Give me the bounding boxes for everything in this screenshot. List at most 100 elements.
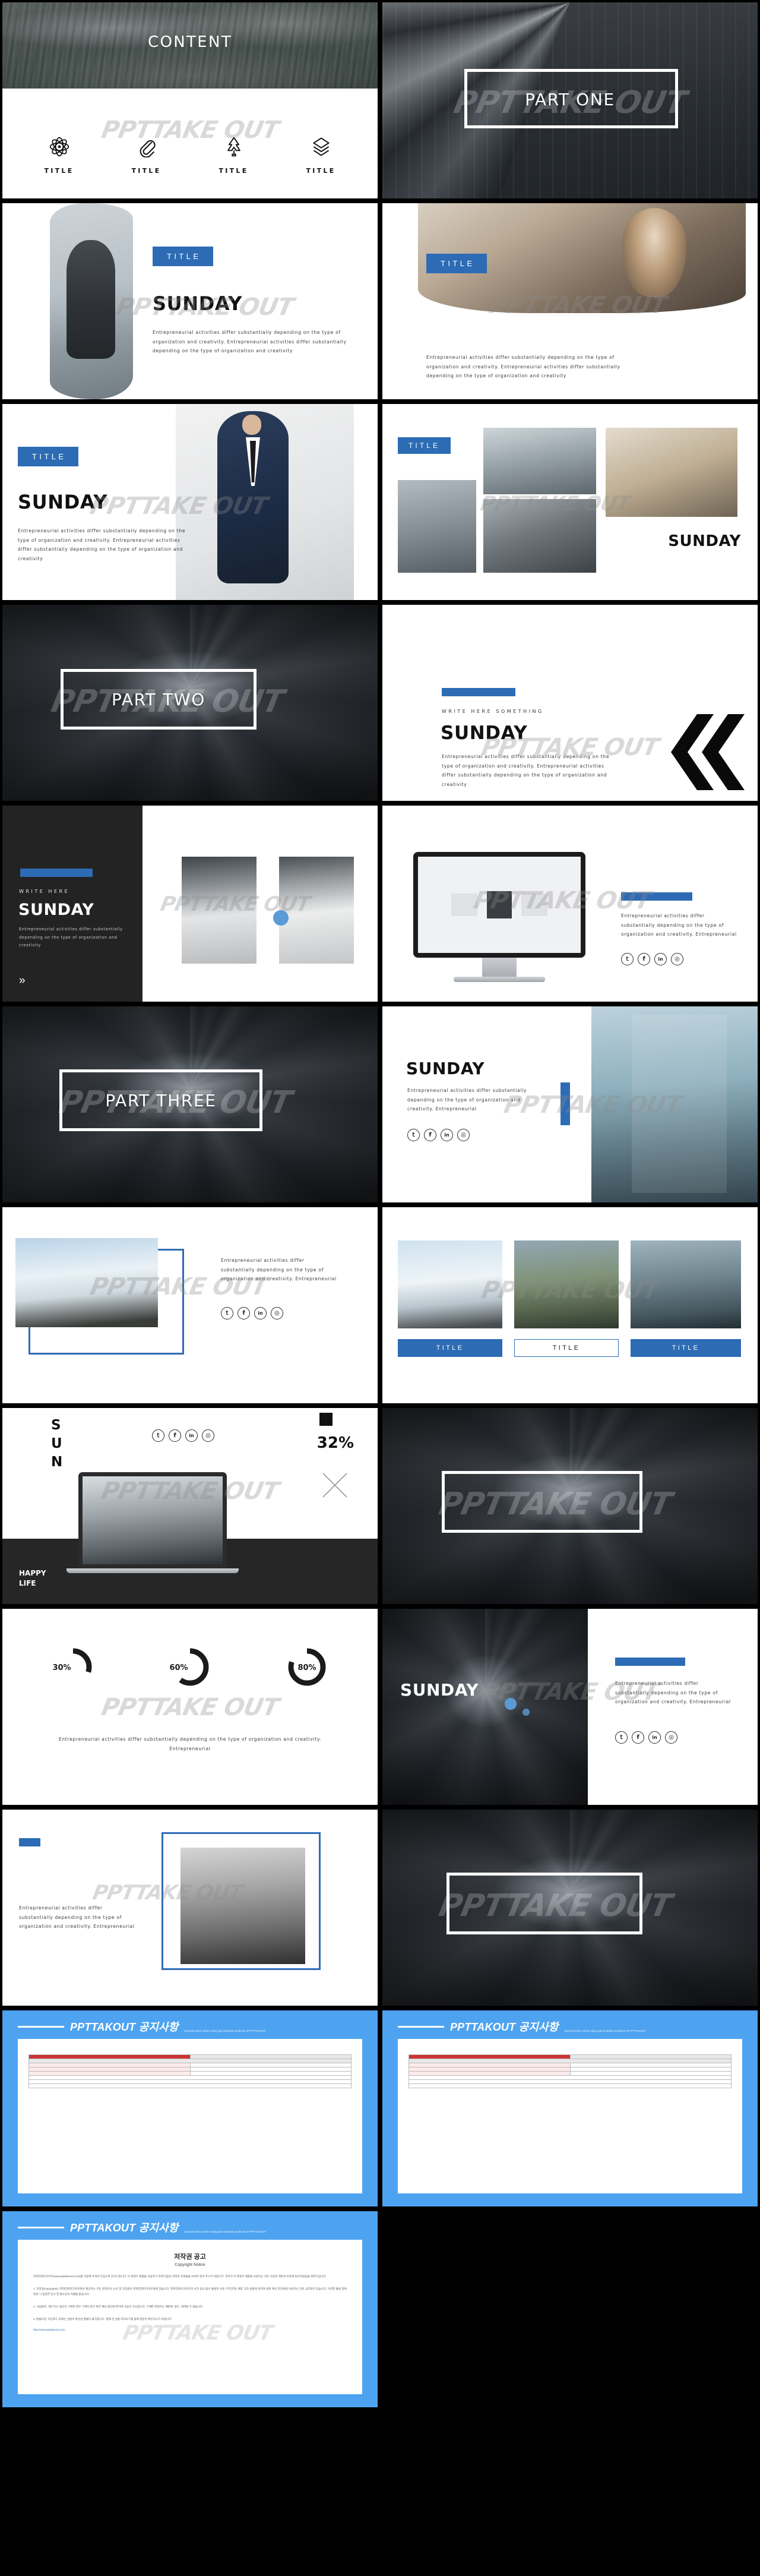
slide-notice-copyright[interactable]: PPTTAKOUT 공지사항 Special notice when using… bbox=[2, 2211, 378, 2407]
slide-heading: SUNDAY bbox=[18, 491, 108, 513]
square-marker bbox=[319, 1413, 332, 1426]
instagram-icon[interactable]: ◎ bbox=[271, 1307, 283, 1319]
notice-title: PPTTAKOUT 공지사항 bbox=[450, 2021, 559, 2033]
social-links[interactable]: 𝗍 f in ◎ bbox=[615, 1731, 677, 1744]
slide-sunday-dark[interactable]: WRITE HERE SUNDAY Entrepreneurial activi… bbox=[2, 806, 378, 1002]
facebook-icon[interactable]: f bbox=[638, 953, 650, 965]
pier-highlight bbox=[632, 1015, 727, 1193]
double-chevron-left-icon bbox=[671, 714, 745, 790]
twitter-icon[interactable]: 𝗍 bbox=[152, 1429, 164, 1442]
slide-sun-happy-life[interactable]: S U N 𝗍 f in ◎ 32% HAPPY LIFE PPTTAKE OU… bbox=[2, 1408, 378, 1604]
facebook-icon[interactable]: f bbox=[169, 1429, 181, 1442]
title-tag bbox=[19, 1838, 40, 1846]
slide-part-three[interactable]: PPTTAKE OUT PART THREE bbox=[2, 1006, 378, 1202]
chevron-right-icon[interactable]: » bbox=[19, 975, 26, 986]
social-links[interactable]: 𝗍 f in ◎ bbox=[621, 953, 683, 965]
title-tag: TITLE bbox=[18, 447, 78, 466]
sun-letter-s: S bbox=[51, 1418, 61, 1433]
slide-notice-table-1[interactable]: PPTTAKOUT 공지사항 Special notice when using… bbox=[2, 2010, 378, 2206]
facebook-icon[interactable]: f bbox=[238, 1307, 250, 1319]
body-text: Entrepreneurial activities differ substa… bbox=[407, 1088, 527, 1112]
slide-part-four[interactable]: PPTTAKE OUT bbox=[382, 1408, 758, 1604]
tile-button-3[interactable]: TITLE bbox=[631, 1339, 741, 1357]
linkedin-icon[interactable]: in bbox=[254, 1307, 267, 1319]
twitter-icon[interactable]: 𝗍 bbox=[221, 1307, 233, 1319]
slide-content[interactable]: CONTENT PPTTAKE OUT TITLE TITLE TITLE TI… bbox=[2, 2, 378, 198]
instagram-icon[interactable]: ◎ bbox=[202, 1429, 214, 1442]
notice-title: PPTTAKOUT 공지사항 bbox=[70, 2222, 179, 2234]
doc-paragraph-4: 3. 환불규정: 다운로드 후에는 상품의 특성상 환불이 불가합니다. 결제 … bbox=[33, 2317, 172, 2321]
tile-button-2[interactable]: TITLE bbox=[514, 1339, 619, 1357]
slide-sunday-split[interactable]: SUNDAY Entrepreneurial activities differ… bbox=[382, 1609, 758, 1805]
slide-part-one[interactable]: PPTTAKE OUT PART ONE bbox=[382, 2, 758, 198]
instagram-icon[interactable]: ◎ bbox=[457, 1129, 470, 1141]
slide-three-tiles[interactable]: TITLE TITLE TITLE PPTTAKE OUT bbox=[382, 1207, 758, 1403]
atom-icon bbox=[49, 137, 69, 157]
watermark: PPTTAKE OUT bbox=[99, 1694, 281, 1721]
notice-header: PPTTAKOUT 공지사항 Special notice when using… bbox=[2, 2211, 378, 2235]
doc-subtitle: Copyright Notice bbox=[175, 2263, 205, 2267]
vertical-sun-label: S U N bbox=[51, 1416, 62, 1472]
slide-heading: SUNDAY bbox=[400, 1680, 479, 1700]
linkedin-icon[interactable]: in bbox=[654, 953, 667, 965]
linkedin-icon[interactable]: in bbox=[441, 1129, 453, 1141]
imac-foot bbox=[454, 977, 545, 982]
notice-rule bbox=[18, 2025, 64, 2028]
facebook-icon[interactable]: f bbox=[632, 1731, 644, 1744]
slide-sunday-hat[interactable]: TITLE PPTTAKE OUT Entrepreneurial activi… bbox=[382, 203, 758, 399]
social-links[interactable]: 𝗍 f in ◎ bbox=[221, 1307, 283, 1319]
slide-imac-mockup[interactable]: Entrepreneurial activities differ substa… bbox=[382, 806, 758, 1002]
donut-percent-2: 60% bbox=[169, 1663, 188, 1672]
twitter-icon[interactable]: 𝗍 bbox=[615, 1731, 628, 1744]
twitter-icon[interactable]: 𝗍 bbox=[407, 1129, 420, 1141]
notice-card bbox=[18, 2039, 362, 2193]
linkedin-icon[interactable]: in bbox=[648, 1731, 661, 1744]
doc-title: 저작권 공고 bbox=[174, 2253, 206, 2261]
linkedin-icon[interactable]: in bbox=[185, 1429, 198, 1442]
social-links[interactable]: 𝗍 f in ◎ bbox=[407, 1129, 470, 1141]
slide-sunday-eiffel[interactable]: Entrepreneurial activities differ substa… bbox=[2, 1810, 378, 2006]
twitter-icon[interactable]: 𝗍 bbox=[621, 953, 634, 965]
slide-sunday-girl[interactable]: TITLE SUNDAY PPTTAKE OUT Entrepreneurial… bbox=[2, 203, 378, 399]
slide-goodbye[interactable]: PPTTAKE OUT bbox=[382, 1810, 758, 2006]
slide-sunday-chevrons[interactable]: WRITE HERE SOMETHING SUNDAY PPTTAKE OUT … bbox=[382, 605, 758, 801]
donut-stat-3: 80% bbox=[254, 1646, 360, 1696]
content-item-3[interactable]: TITLE bbox=[198, 136, 270, 175]
slide-sunday-gallery[interactable]: TITLE SUNDAY PPTTAKE OUT bbox=[382, 404, 758, 600]
instagram-icon[interactable]: ◎ bbox=[671, 953, 683, 965]
slide-heading: SUNDAY bbox=[668, 532, 741, 550]
body-text: Entrepreneurial activities differ substa… bbox=[19, 1905, 135, 1930]
social-links[interactable]: 𝗍 f in ◎ bbox=[152, 1429, 214, 1442]
notice-card bbox=[398, 2039, 742, 2193]
slide-part-two[interactable]: PPTTAKE OUT PART TWO bbox=[2, 605, 378, 801]
doc-link[interactable]: http://www.ppttakeout.com bbox=[18, 2328, 362, 2331]
tile-button-1[interactable]: TITLE bbox=[398, 1339, 502, 1357]
part-label: PART ONE bbox=[525, 90, 615, 109]
instagram-icon[interactable]: ◎ bbox=[665, 1731, 677, 1744]
slide-sunday-pier[interactable]: SUNDAY Entrepreneurial activities differ… bbox=[382, 1006, 758, 1202]
slide-sunday-man[interactable]: TITLE SUNDAY PPTTAKE OUT Entrepreneurial… bbox=[2, 404, 378, 600]
title-frame bbox=[442, 1471, 642, 1533]
happy-line-1: HAPPY bbox=[19, 1569, 46, 1578]
content-item-4[interactable]: TITLE bbox=[286, 136, 357, 175]
slide-notice-table-2[interactable]: PPTTAKOUT 공지사항 Special notice when using… bbox=[382, 2010, 758, 2206]
content-item-1[interactable]: TITLE bbox=[24, 136, 95, 175]
close-x-icon[interactable] bbox=[321, 1471, 349, 1499]
part-label: PART THREE bbox=[105, 1091, 217, 1110]
slide-donut-stats[interactable]: 30% 60% 80% Entrepreneurial activities d… bbox=[2, 1609, 378, 1805]
donut-stat-2: 60% bbox=[137, 1646, 243, 1696]
slide-framed-mountain[interactable]: Entrepreneurial activities differ substa… bbox=[2, 1207, 378, 1403]
tile-photo-3 bbox=[631, 1240, 741, 1328]
notice-card: 저작권 공고 Copyright Notice 피피티테이크아웃(www.ppt… bbox=[18, 2240, 362, 2394]
page-title: CONTENT bbox=[147, 33, 233, 51]
body-text: Entrepreneurial activities differ substa… bbox=[615, 1681, 731, 1705]
layers-icon bbox=[312, 137, 330, 156]
title-tag: TITLE bbox=[426, 254, 487, 273]
slide-deck-preview: CONTENT PPTTAKE OUT TITLE TITLE TITLE TI… bbox=[0, 0, 760, 2410]
facebook-icon[interactable]: f bbox=[424, 1129, 436, 1141]
content-item-2[interactable]: TITLE bbox=[111, 136, 182, 175]
dark-photo bbox=[382, 1609, 588, 1805]
man-suit bbox=[217, 411, 289, 583]
accent-bar bbox=[560, 1082, 570, 1125]
tile-photo-2 bbox=[514, 1240, 619, 1328]
